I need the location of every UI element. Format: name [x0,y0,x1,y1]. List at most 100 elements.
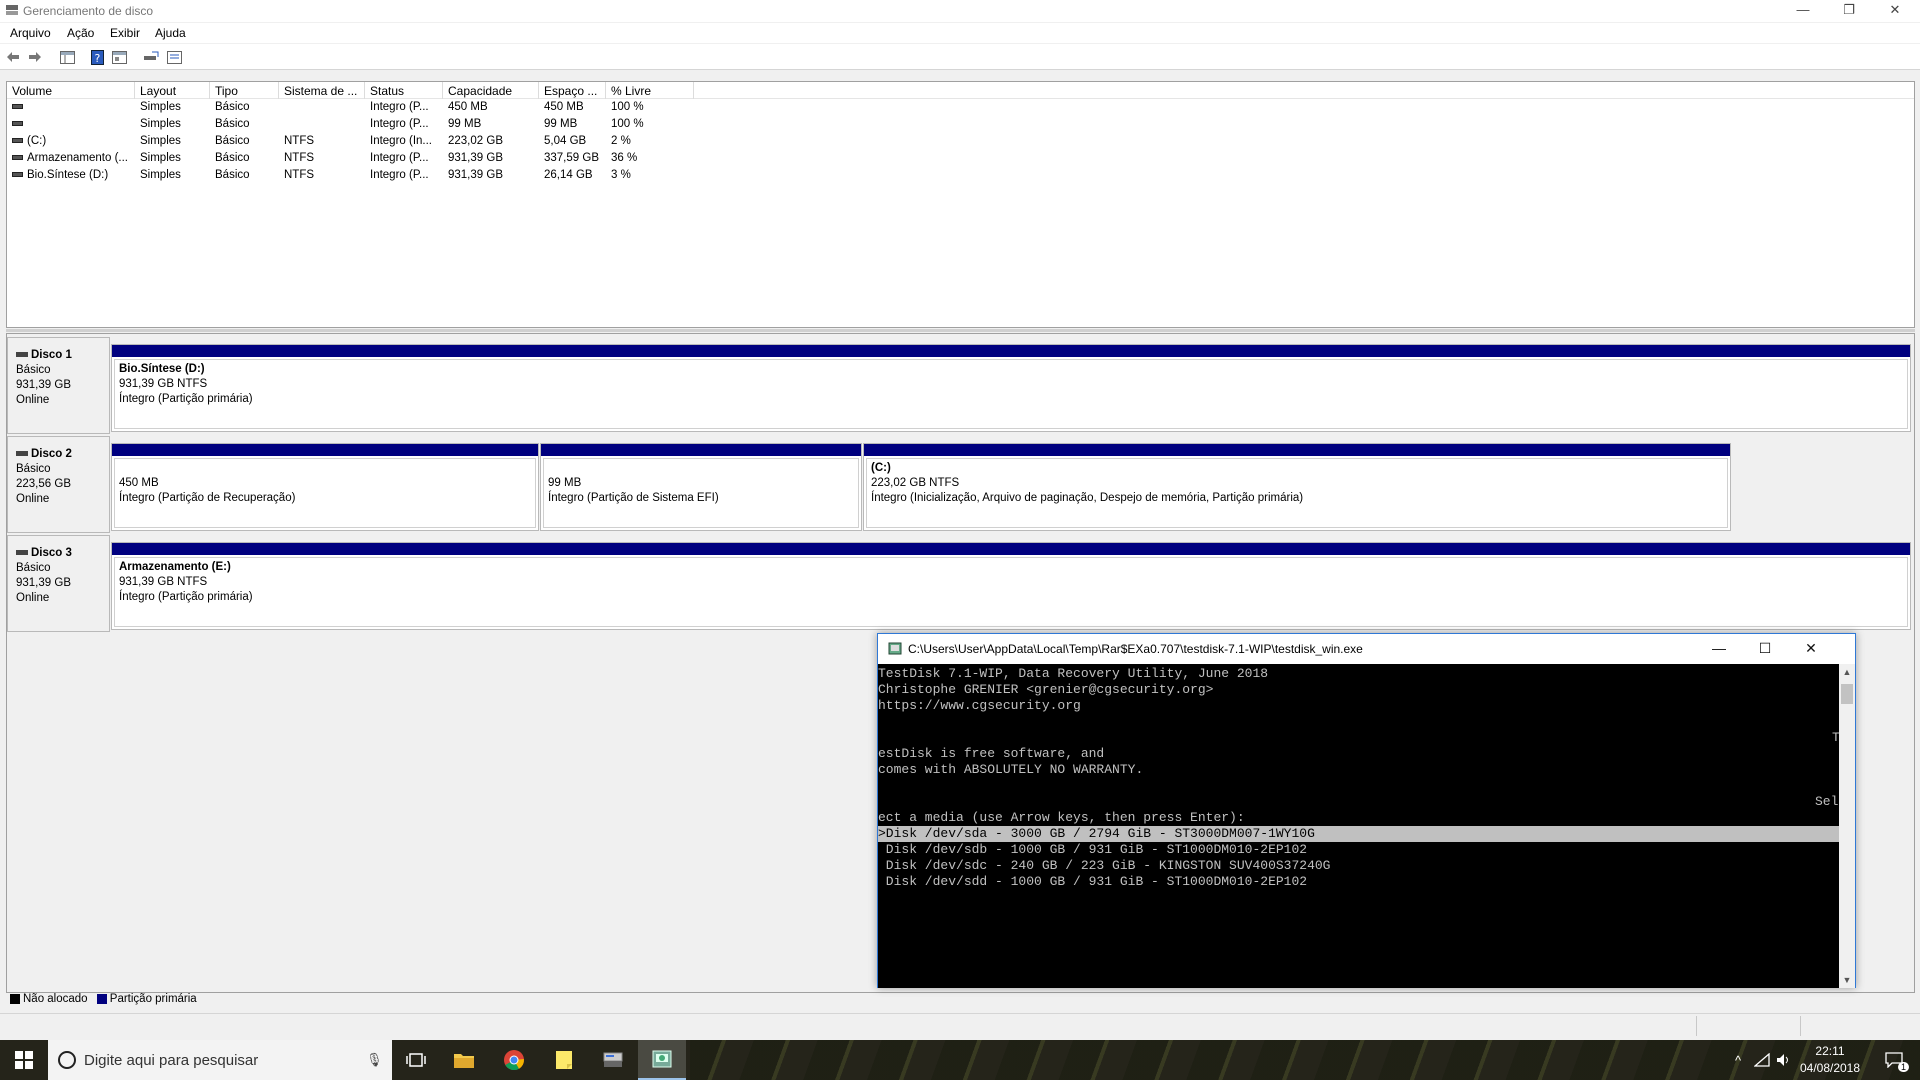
back-icon[interactable] [5,49,21,65]
console-close-button[interactable]: ✕ [1788,634,1834,664]
rescan-icon[interactable] [143,49,159,65]
partition-armazenamento[interactable]: Armazenamento (E:) 931,39 GB NTFS Íntegr… [111,542,1911,630]
microphone-icon[interactable]: 🎙 [366,1052,383,1068]
cell-layout: Simples [140,169,181,181]
console-tree-icon[interactable] [59,49,75,65]
volume-list[interactable]: Volume Layout Tipo Sistema de ... Status… [6,81,1915,328]
taskbar-search-box[interactable]: Digite aqui para pesquisar 🎙 [48,1040,392,1080]
cell-tipo: Básico [215,101,250,113]
disk-state: Online [16,394,50,406]
cell-volume [7,101,135,113]
console-screen[interactable]: TestDisk 7.1-WIP, Data Recovery Utility,… [878,664,1840,988]
console-scrollbar[interactable]: ▲ ▼ [1839,664,1855,988]
testdisk-app-icon [888,642,902,655]
cell-capacidade: 931,39 GB [448,169,503,181]
console-minimize-button[interactable]: — [1696,634,1742,664]
action-center-icon[interactable]: 1 [1876,1040,1912,1080]
table-row[interactable]: Armazenamento (... Simples Básico NTFS Í… [7,151,1914,168]
cell-capacidade: 99 MB [448,118,482,130]
cell-layout: Simples [140,118,181,130]
console-maximize-button[interactable]: ☐ [1742,634,1788,664]
column-status[interactable]: Status [365,82,443,99]
column-volume[interactable]: Volume [7,82,135,99]
scroll-down-icon[interactable]: ▼ [1839,972,1855,988]
partition-title: (C:) [871,462,891,474]
menu-arquivo[interactable]: Arquivo [10,26,51,40]
partition-status: Íntegro (Inicialização, Arquivo de pagin… [871,492,1304,504]
partition-recovery[interactable]: 450 MB Íntegro (Partição de Recuperação) [111,443,539,531]
file-explorer-icon[interactable] [440,1040,488,1080]
title-bar[interactable]: Gerenciamento de disco — ❐ ✕ [0,0,1920,22]
forward-icon[interactable] [27,49,43,65]
disk-label-disco-3[interactable]: Disco 3 Básico 931,39 GB Online [7,535,110,632]
menu-exibir[interactable]: Exibir [110,26,140,40]
drive-icon [12,138,23,144]
notification-badge: 1 [1898,1062,1910,1072]
disk-option-sdb[interactable]: Disk /dev/sdb - 1000 GB / 931 GiB - ST10… [878,842,1307,858]
disk-icon [16,550,28,556]
help-icon[interactable]: ? [89,49,105,65]
table-row[interactable]: (C:) Simples Básico NTFS Íntegro (In... … [7,134,1914,151]
primary-partition-bar [541,444,861,456]
disk-option-sdd[interactable]: Disk /dev/sdd - 1000 GB / 931 GiB - ST10… [878,874,1307,890]
cell-volume: (C:) [7,135,135,147]
console-title-bar[interactable]: C:\Users\User\AppData\Local\Temp\Rar$EXa… [878,634,1855,664]
partition-bio-sintese[interactable]: Bio.Síntese (D:) 931,39 GB NTFS Íntegro … [111,344,1911,432]
cell-espaco: 26,14 GB [544,169,593,181]
partition-c[interactable]: (C:) 223,02 GB NTFS Íntegro (Inicializaç… [863,443,1731,531]
testdisk-console-window[interactable]: C:\Users\User\AppData\Local\Temp\Rar$EXa… [877,633,1856,988]
sticky-notes-icon[interactable] [540,1040,588,1080]
cell-sistema: NTFS [284,152,315,164]
task-view-icon[interactable] [392,1040,440,1080]
show-hidden-icons-icon[interactable]: ^ [1726,1040,1750,1080]
column-sistema[interactable]: Sistema de ... [279,82,365,99]
chrome-icon[interactable] [490,1040,538,1080]
testdisk-icon[interactable] [638,1040,686,1080]
table-row[interactable]: Simples Básico Íntegro (P... 99 MB 99 MB… [7,117,1914,134]
disk-label-disco-2[interactable]: Disco 2 Básico 223,56 GB Online [7,436,110,533]
partition-efi[interactable]: 99 MB Íntegro (Partição de Sistema EFI) [540,443,862,531]
disk-option-sda[interactable]: >Disk /dev/sda - 3000 GB / 2794 GiB - ST… [878,826,1839,842]
properties-icon[interactable] [111,49,127,65]
partition-size: 450 MB [119,477,159,489]
cell-capacidade: 450 MB [448,101,488,113]
menu-acao[interactable]: Ação [67,26,94,40]
window-title: Gerenciamento de disco [23,4,154,18]
disk-size: 931,39 GB [16,379,71,391]
network-icon[interactable] [1750,1040,1774,1080]
legend-primary-swatch [96,993,107,1004]
close-button[interactable]: ✕ [1872,0,1918,22]
restore-button[interactable]: ❐ [1826,0,1872,22]
status-separator [1696,1016,1697,1036]
disk-option-sdc[interactable]: Disk /dev/sdc - 240 GB / 223 GiB - KINGS… [878,858,1331,874]
scroll-thumb[interactable] [1841,684,1853,704]
column-layout[interactable]: Layout [135,82,210,99]
menu-ajuda[interactable]: Ajuda [155,26,186,40]
pane-splitter[interactable] [6,329,1915,332]
column-livre[interactable]: % Livre [606,82,694,99]
table-row[interactable]: Simples Básico Íntegro (P... 450 MB 450 … [7,100,1914,117]
minimize-button[interactable]: — [1780,0,1826,22]
toolbar: ? [0,44,1920,70]
primary-partition-bar [112,345,1910,357]
disk-management-icon[interactable] [589,1040,637,1080]
disk-icon [16,451,28,457]
column-capacidade[interactable]: Capacidade [443,82,539,99]
column-tipo[interactable]: Tipo [210,82,279,99]
disk-type: Básico [16,463,51,475]
disk-label-disco-1[interactable]: Disco 1 Básico 931,39 GB Online [7,337,110,434]
partition-status: Íntegro (Partição de Sistema EFI) [548,492,719,504]
taskbar-clock[interactable]: 22:11 04/08/2018 [1790,1043,1870,1077]
start-button[interactable] [0,1040,48,1080]
view-icon[interactable] [166,49,182,65]
scroll-up-icon[interactable]: ▲ [1839,664,1855,680]
cell-status: Íntegro (P... [370,152,429,164]
table-row[interactable]: Bio.Síntese (D:) Simples Básico NTFS Ínt… [7,168,1914,185]
console-line: ect a media (use Arrow keys, then press … [878,810,1245,825]
cell-layout: Simples [140,135,181,147]
partition-size: 931,39 GB NTFS [119,378,208,390]
column-espaco[interactable]: Espaço ... [539,82,606,99]
windows-logo-icon [15,1051,33,1069]
partition-status: Íntegro (Partição primária) [119,393,253,405]
cell-volume: Bio.Síntese (D:) [7,169,135,181]
